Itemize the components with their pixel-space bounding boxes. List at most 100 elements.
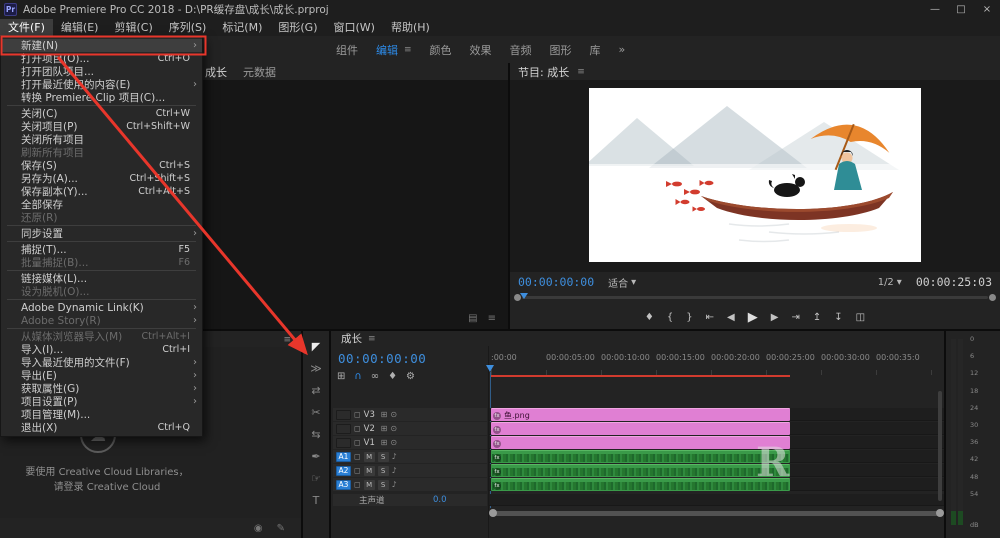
track-lane-a2[interactable]: fx: [489, 464, 944, 477]
nest-icon[interactable]: ⊞: [337, 371, 345, 382]
source-display-icon[interactable]: ▤: [468, 313, 477, 324]
track-output-icon[interactable]: ⊙: [390, 438, 397, 447]
lock-icon[interactable]: ◻: [354, 438, 361, 447]
hand-tool[interactable]: ☞: [306, 469, 326, 488]
sync-lock-icon[interactable]: ⊞: [381, 424, 388, 433]
scrollbar-handle-left[interactable]: [489, 509, 497, 517]
master-track-lane[interactable]: [489, 494, 944, 506]
export-frame-icon[interactable]: ◫: [856, 312, 865, 323]
maximize-button[interactable]: □: [948, 4, 974, 15]
track-select-tool[interactable]: ≫: [306, 359, 326, 378]
add-marker-icon[interactable]: ♦: [388, 371, 397, 382]
mute-button[interactable]: M: [363, 465, 375, 476]
menu-item-sync-settings[interactable]: 同步设置 ›: [1, 227, 202, 240]
timeline-vertical-scrollbar[interactable]: [938, 391, 942, 501]
workspace-tab-assembly[interactable]: 组件: [336, 42, 358, 58]
tab-chengzhang[interactable]: 成长: [205, 64, 227, 80]
zoom-handle-right[interactable]: [989, 294, 996, 301]
source-patch-a2[interactable]: A2: [336, 465, 351, 476]
solo-button[interactable]: S: [377, 479, 389, 490]
panel-menu-icon[interactable]: ≡: [488, 313, 496, 324]
extract-icon[interactable]: ↧: [834, 312, 842, 323]
menu-item-adobe-dynamic-link[interactable]: Adobe Dynamic Link(K) ›: [1, 301, 202, 314]
slip-tool[interactable]: ⇆: [306, 425, 326, 444]
zoom-level-dropdown[interactable]: 适合 ▾: [608, 275, 636, 290]
menu-markers[interactable]: 标记(M): [214, 19, 270, 36]
panel-menu-icon[interactable]: ≡: [283, 335, 291, 345]
timeline-timecode[interactable]: 00:00:00:00: [338, 351, 426, 366]
mute-button[interactable]: M: [363, 451, 375, 462]
track-lane-v1[interactable]: fx: [489, 436, 944, 449]
close-button[interactable]: ×: [974, 4, 1000, 15]
zoom-handle-left[interactable]: [514, 294, 521, 301]
track-output-icon[interactable]: ⊙: [390, 424, 397, 433]
solo-button[interactable]: S: [377, 451, 389, 462]
source-patch[interactable]: [336, 409, 351, 420]
menu-item-convert-premiere-clip[interactable]: 转换 Premiere Clip 项目(C)...: [1, 91, 202, 104]
status-icon[interactable]: ◉: [254, 523, 263, 534]
ripple-edit-tool[interactable]: ⇄: [306, 381, 326, 400]
linked-selection-icon[interactable]: ∞: [371, 371, 379, 382]
program-timecode[interactable]: 00:00:00:00: [518, 275, 594, 289]
menu-item-exit[interactable]: 退出(X) Ctrl+Q: [1, 421, 202, 434]
sync-lock-icon[interactable]: ⊞: [381, 410, 388, 419]
sync-lock-icon[interactable]: ⊞: [381, 438, 388, 447]
workspace-tab-audio[interactable]: 音频: [510, 42, 532, 58]
lock-icon[interactable]: ◻: [354, 452, 361, 461]
workspace-tab-editing[interactable]: 编辑: [376, 42, 398, 58]
solo-button[interactable]: S: [377, 465, 389, 476]
lift-icon[interactable]: ↥: [813, 312, 821, 323]
razor-tool[interactable]: ✂: [306, 403, 326, 422]
playback-resolution-dropdown[interactable]: 1/2 ▾: [878, 277, 902, 288]
tab-metadata[interactable]: 元数据: [243, 64, 276, 80]
lock-icon[interactable]: ◻: [354, 480, 361, 489]
master-volume-value[interactable]: 0.0: [433, 495, 447, 505]
program-playhead[interactable]: [520, 293, 528, 299]
menu-sequence[interactable]: 序列(S): [161, 19, 215, 36]
lock-icon[interactable]: ◻: [354, 410, 361, 419]
add-marker-icon[interactable]: ♦: [645, 312, 654, 323]
timeline-clip-a2[interactable]: fx: [491, 464, 790, 477]
menu-file[interactable]: 文件(F): [0, 19, 53, 36]
play-icon[interactable]: ▶: [748, 310, 758, 325]
track-lane-v3[interactable]: fx 鱼.png: [489, 408, 944, 421]
source-patch[interactable]: [336, 437, 351, 448]
lock-icon[interactable]: ◻: [354, 466, 361, 475]
track-output-icon[interactable]: ⊙: [390, 410, 397, 419]
panel-menu-icon[interactable]: ≡: [577, 67, 585, 77]
snap-icon[interactable]: ∩: [354, 371, 361, 382]
timeline-clip-v1[interactable]: fx: [491, 436, 790, 449]
scrollbar-handle-right[interactable]: [936, 509, 944, 517]
mute-button[interactable]: M: [363, 479, 375, 490]
type-tool[interactable]: T: [306, 491, 326, 510]
workspace-tab-color[interactable]: 颜色: [430, 42, 452, 58]
selection-tool[interactable]: ◤: [306, 337, 326, 356]
timeline-clip-a3[interactable]: fx: [491, 478, 790, 491]
panel-menu-icon[interactable]: ≡: [368, 334, 376, 344]
track-lane-a1[interactable]: fx: [489, 450, 944, 463]
lock-icon[interactable]: ◻: [354, 424, 361, 433]
tab-program[interactable]: 节目: 成长: [518, 64, 569, 80]
timeline-clip-v2[interactable]: fx: [491, 422, 790, 435]
pen-tool[interactable]: ✒: [306, 447, 326, 466]
source-patch[interactable]: [336, 423, 351, 434]
program-scrubber[interactable]: [514, 292, 996, 302]
menu-graphics[interactable]: 图形(G): [270, 19, 325, 36]
timeline-horizontal-scrollbar[interactable]: [489, 509, 944, 517]
workspace-tab-libraries[interactable]: 库: [590, 42, 601, 58]
source-patch-a1[interactable]: A1: [336, 451, 351, 462]
edit-icon[interactable]: ✎: [277, 523, 285, 534]
timeline-playhead[interactable]: [486, 365, 494, 372]
track-lane-a3[interactable]: fx: [489, 478, 944, 491]
mark-out-icon[interactable]: }: [686, 312, 692, 323]
menu-window[interactable]: 窗口(W): [326, 19, 383, 36]
workspace-tab-effects[interactable]: 效果: [470, 42, 492, 58]
timeline-clip-a1[interactable]: fx: [491, 450, 790, 463]
timeline-ruler[interactable]: :00:00 00:00:05:00 00:00:10:00 00:00:15:…: [489, 346, 944, 375]
workspace-menu-icon[interactable]: ≡: [404, 45, 412, 55]
workspace-tab-graphics[interactable]: 图形: [550, 42, 572, 58]
source-patch-a3[interactable]: A3: [336, 479, 351, 490]
menu-clip[interactable]: 剪辑(C): [106, 19, 160, 36]
step-forward-icon[interactable]: ▶: [771, 312, 779, 323]
step-back-icon[interactable]: ◀: [727, 312, 735, 323]
